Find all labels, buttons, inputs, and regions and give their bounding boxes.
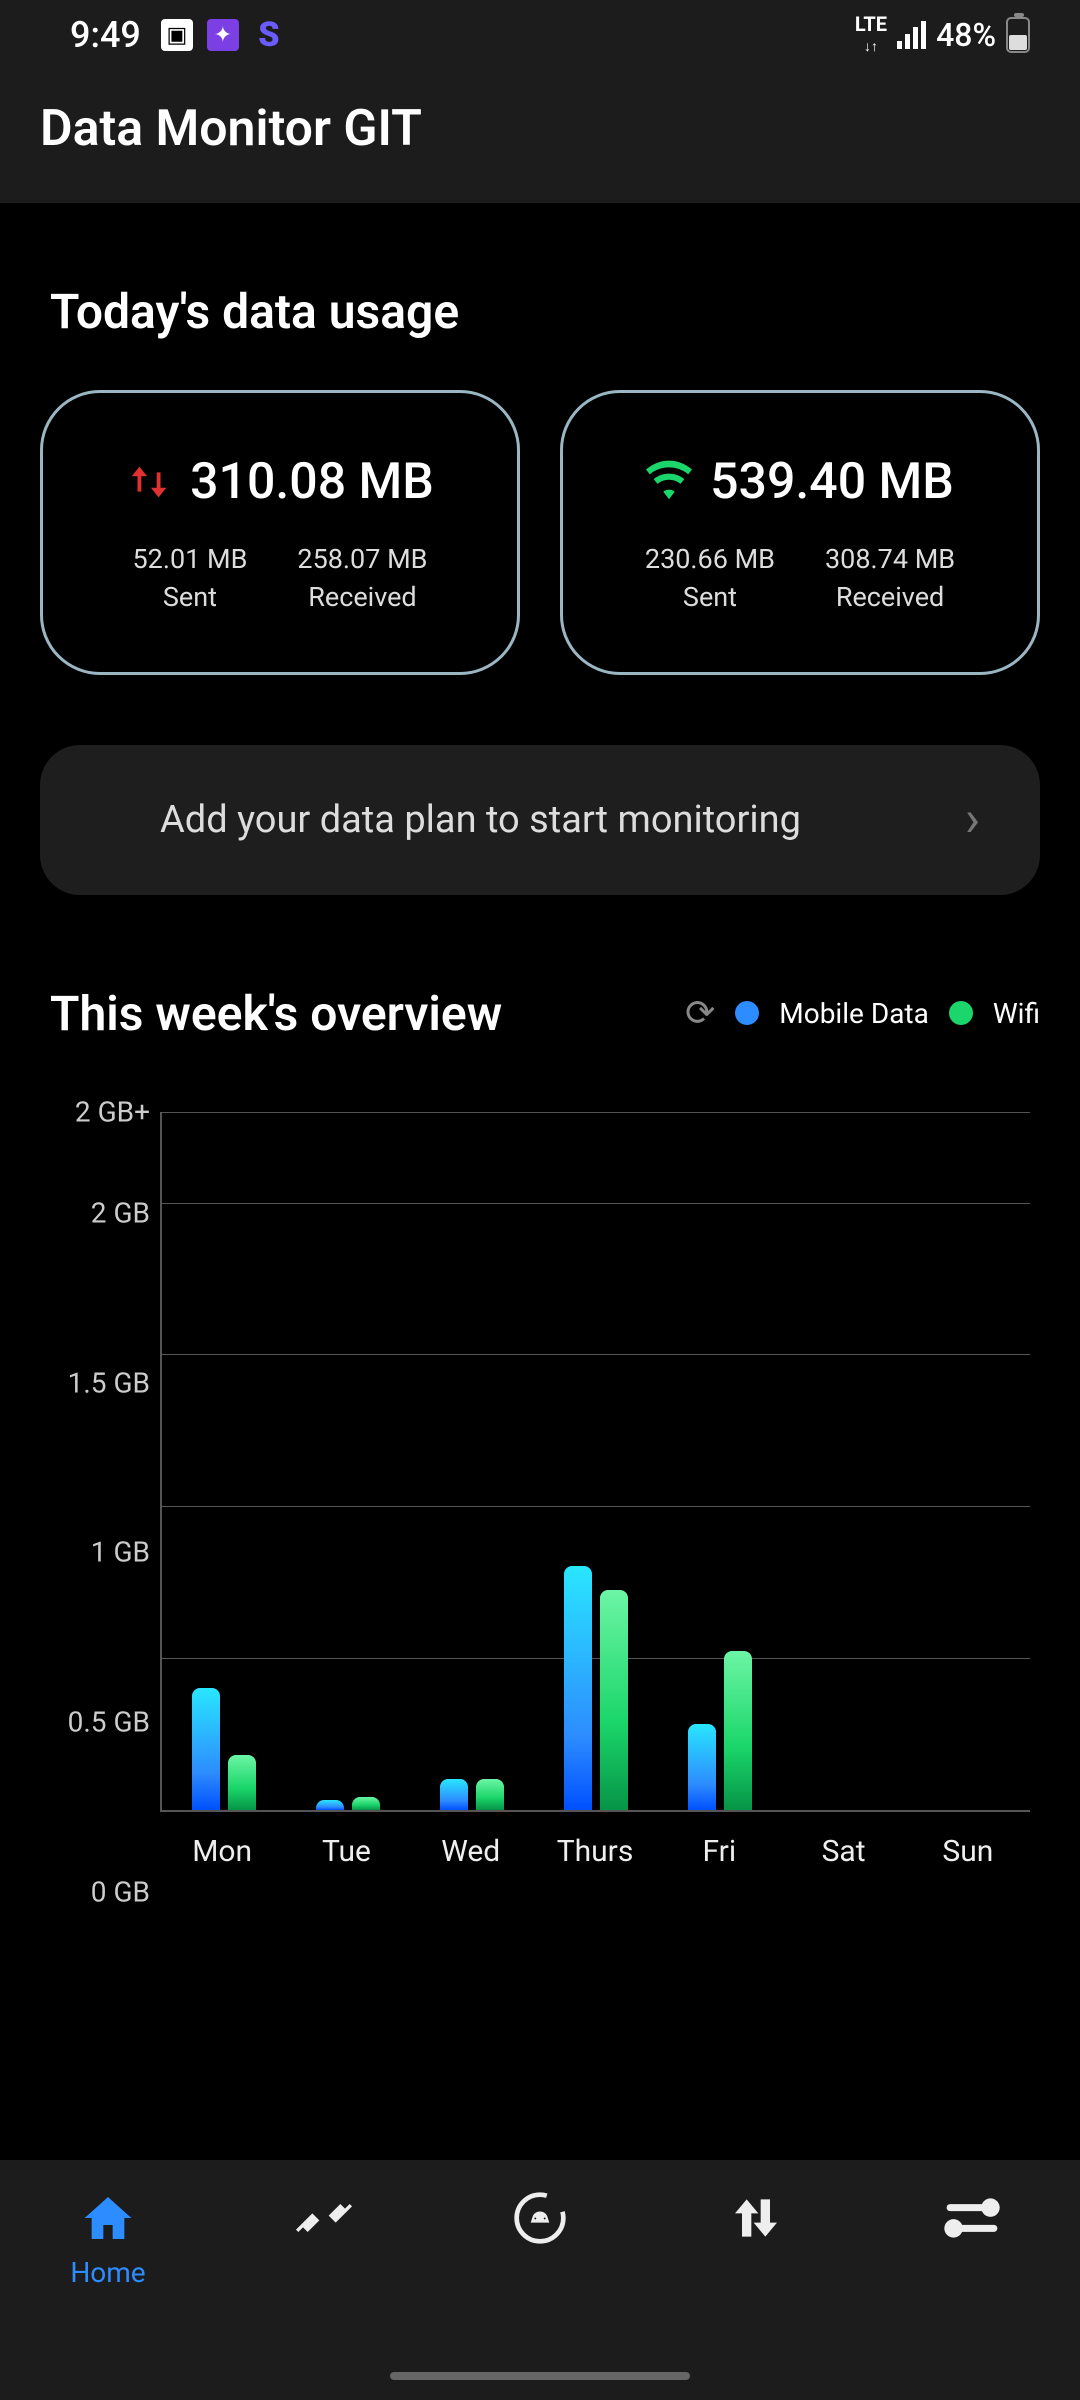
wifi-icon	[646, 459, 692, 505]
week-chart: MonTueWedThursFriSatSun 0 GB0.5 GB1 GB1.…	[40, 1112, 1040, 1892]
chart-bar-wifi	[724, 1651, 752, 1809]
chart-x-tick-label: Wed	[441, 1834, 500, 1869]
add-data-plan-text: Add your data plan to start monitoring	[160, 798, 801, 842]
wifi-received-value: 308.74 MB	[825, 543, 955, 575]
legend-mobile-label: Mobile Data	[779, 997, 929, 1030]
chart-x-tick-label: Sat	[822, 1834, 866, 1869]
chart-y-tick-label: 0 GB	[40, 1875, 150, 1908]
chart-x-tick-label: Thurs	[557, 1834, 634, 1869]
refresh-icon[interactable]: ⟳	[685, 992, 715, 1034]
chart-y-tick-label: 2 GB	[40, 1197, 150, 1230]
legend-mobile-dot	[735, 1001, 759, 1025]
legend-wifi-label: Wifi	[993, 997, 1040, 1030]
gallery-notification-icon: ▣	[161, 19, 193, 51]
bottom-nav: Home	[0, 2160, 1080, 2400]
chart-gridline	[162, 1810, 1030, 1811]
nav-speed[interactable]	[648, 2190, 864, 2400]
battery-icon	[1006, 17, 1030, 53]
mobile-received-label: Received	[297, 579, 427, 617]
app-notification-icon: ✦	[207, 19, 239, 51]
android-circle-icon	[512, 2190, 568, 2246]
chart-bar-wifi	[600, 1590, 628, 1809]
chart-bar-group	[313, 1112, 383, 1810]
today-section-title: Today's data usage	[40, 283, 1040, 340]
mobile-received-value: 258.07 MB	[297, 543, 427, 575]
home-icon	[80, 2190, 136, 2246]
chart-bar-mobile	[316, 1800, 344, 1809]
battery-percent: 48%	[936, 16, 996, 54]
up-down-arrows-icon	[728, 2190, 784, 2246]
app-header: Data Monitor GIT	[0, 70, 1080, 203]
legend-wifi-dot	[949, 1001, 973, 1025]
chevron-right-icon: ›	[965, 791, 980, 849]
chart-x-tick-label: Tue	[322, 1834, 371, 1869]
chart-bar-mobile	[440, 1779, 468, 1809]
chart-bar-mobile	[564, 1566, 592, 1809]
chart-bar-group	[685, 1112, 755, 1810]
nav-home-label: Home	[70, 2256, 145, 2289]
mobile-total-value: 310.08 MB	[190, 453, 434, 511]
chart-x-tick-label: Sun	[942, 1834, 993, 1869]
chart-x-tick-label: Fri	[702, 1834, 736, 1869]
chart-bar-group	[437, 1112, 507, 1810]
signal-strength-icon	[897, 21, 926, 49]
s-notification-icon: S	[253, 19, 285, 51]
chart-x-tick-label: Mon	[192, 1834, 252, 1869]
wifi-received-label: Received	[825, 579, 955, 617]
status-time: 9:49	[70, 14, 141, 56]
chart-bar-group	[561, 1112, 631, 1810]
chart-y-tick-label: 2 GB+	[40, 1095, 150, 1128]
chart-bar-group	[189, 1112, 259, 1810]
add-data-plan-banner[interactable]: Add your data plan to start monitoring ›	[40, 745, 1040, 895]
chart-y-tick-label: 1.5 GB	[40, 1366, 150, 1399]
status-bar: 9:49 ▣ ✦ S LTE ↓↑ 48%	[0, 0, 1080, 70]
nav-app-usage[interactable]	[432, 2190, 648, 2400]
wifi-data-card[interactable]: 539.40 MB 230.66 MB Sent 308.74 MB Recei…	[560, 390, 1040, 675]
chart-y-tick-label: 0.5 GB	[40, 1706, 150, 1739]
nav-home[interactable]: Home	[0, 2190, 216, 2400]
chart-y-tick-label: 1 GB	[40, 1536, 150, 1569]
mobile-sent-value: 52.01 MB	[132, 543, 247, 575]
chart-bar-wifi	[228, 1755, 256, 1810]
wifi-total-value: 539.40 MB	[710, 453, 954, 511]
wrench-icon	[296, 2190, 352, 2246]
app-title: Data Monitor GIT	[40, 100, 1040, 158]
chart-bar-mobile	[688, 1724, 716, 1809]
network-type-indicator: LTE ↓↑	[855, 14, 887, 57]
nav-settings[interactable]	[864, 2190, 1080, 2400]
chart-bar-wifi	[352, 1797, 380, 1809]
wifi-sent-label: Sent	[645, 579, 775, 617]
chart-bar-group	[809, 1112, 879, 1810]
chart-bar-wifi	[476, 1779, 504, 1809]
wifi-sent-value: 230.66 MB	[645, 543, 775, 575]
sliders-icon	[942, 2190, 1002, 2246]
chart-bar-mobile	[192, 1688, 220, 1810]
mobile-data-card[interactable]: 310.08 MB 52.01 MB Sent 258.07 MB Receiv…	[40, 390, 520, 675]
gesture-handle[interactable]	[390, 2372, 690, 2380]
week-section-title: This week's overview	[50, 985, 502, 1042]
nav-setup[interactable]	[216, 2190, 432, 2400]
mobile-sent-label: Sent	[132, 579, 247, 617]
chart-bar-group	[933, 1112, 1003, 1810]
mobile-arrows-icon	[126, 459, 172, 505]
